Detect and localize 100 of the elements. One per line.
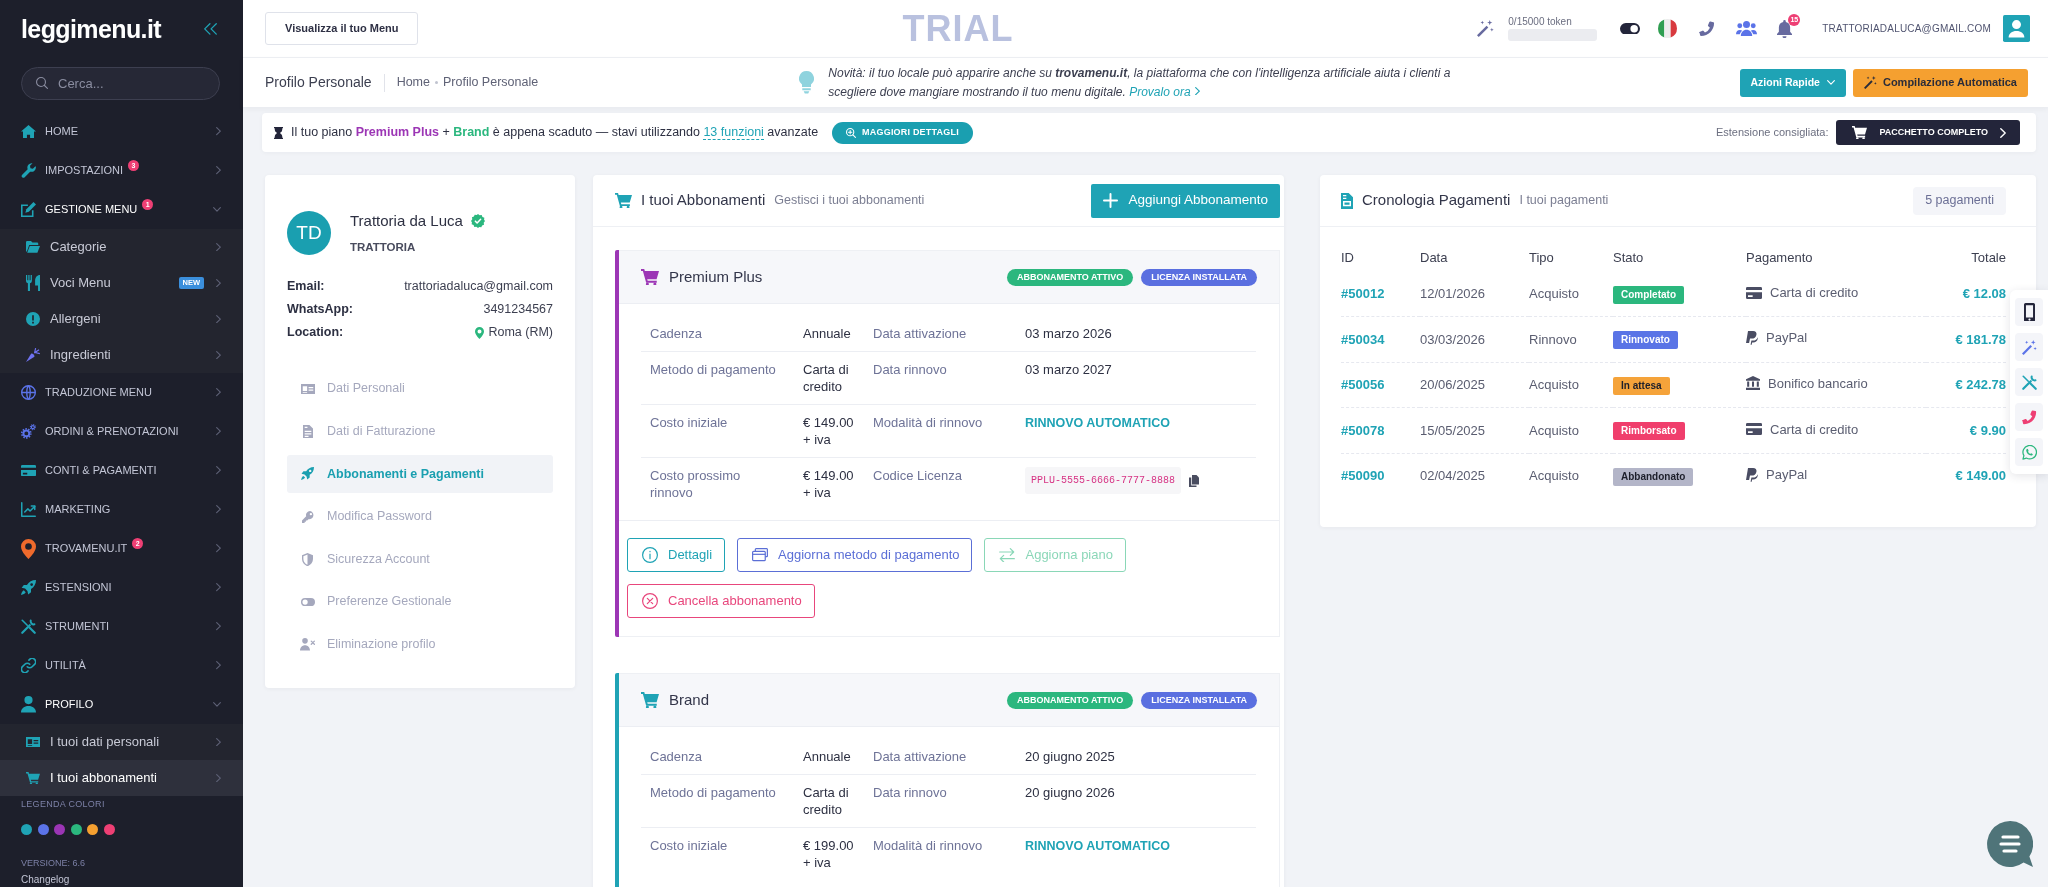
table-cell-text: Bonifico bancario	[1768, 374, 1868, 393]
chevron-down-icon	[1826, 80, 1835, 85]
chevron-right-icon	[216, 350, 221, 360]
chat-button[interactable]	[1987, 821, 2033, 867]
business-type: TRATTORIA	[350, 239, 417, 255]
table-cell: 03/03/2026	[1420, 331, 1486, 347]
detail-label: Costo prossimo rinnovo	[650, 468, 741, 500]
sidebar-item[interactable]: MARKETING	[0, 490, 243, 529]
table-cell: Rinnovo	[1529, 331, 1577, 347]
submenu-item[interactable]: I tuoi abbonamenti	[0, 760, 243, 796]
table-cell: Acquisto	[1529, 285, 1579, 301]
sidebar-item[interactable]: TRADUZIONE MENU	[0, 373, 243, 412]
user-icon	[21, 696, 36, 713]
auto-fill-button[interactable]: Compilazione Automatica	[1852, 68, 2028, 97]
sidebar-item[interactable]: STRUMENTI	[0, 607, 243, 646]
id-card-icon	[26, 736, 40, 748]
business-name: Trattoria da Luca	[350, 211, 463, 231]
cancel-icon	[642, 593, 658, 609]
wrench-icon	[21, 163, 36, 178]
chart-icon	[21, 502, 36, 517]
field-label: WhatsApp:	[287, 301, 353, 319]
p-logo-icon	[1746, 331, 1758, 345]
table-cell: 20/06/2025	[1420, 377, 1486, 392]
logo: leggimenu.it	[21, 16, 162, 42]
detail-value: 03 marzo 2026	[1025, 326, 1112, 341]
cart-icon	[641, 691, 659, 709]
amount: € 181.78	[1955, 331, 2006, 347]
submenu-item[interactable]: Categorie	[0, 229, 243, 265]
magic-wand-icon	[1863, 76, 1877, 89]
detail-value: Carta di credito	[803, 785, 849, 817]
bell-icon[interactable]	[1777, 19, 1793, 38]
magic-wand-icon[interactable]	[1477, 20, 1495, 37]
chat-bubble-icon	[1987, 821, 2033, 867]
column-header: Pagamento	[1746, 250, 1813, 266]
chevron-right-icon	[216, 773, 221, 783]
table-cell-text: Carta di credito	[1770, 283, 1859, 302]
cart-icon	[641, 268, 659, 286]
search-field[interactable]: Cerca...	[21, 67, 220, 100]
users-icon[interactable]	[1736, 21, 1758, 36]
sidebar-item[interactable]: PROFILO	[0, 685, 243, 724]
rocket-icon	[301, 467, 314, 481]
sidebar-item[interactable]: UTILITÀ	[0, 646, 243, 685]
breadcrumb-link[interactable]: Home	[396, 73, 430, 92]
sidebar-item[interactable]: CONTI & PAGAMENTI	[0, 451, 243, 490]
card-title: I tuoi Abbonamenti	[641, 190, 766, 211]
detail-label: Metodo di pagamento	[650, 785, 776, 800]
submenu-item[interactable]: Allergeni	[0, 301, 243, 337]
detail-label: Data attivazione	[873, 749, 967, 764]
view-menu-button[interactable]: Visualizza il tuo Menu	[265, 12, 419, 45]
search-icon	[36, 77, 48, 89]
credit-card-icon	[1746, 286, 1762, 299]
plan-expired-message: Il tuo piano Premium Plus + Brand è appena scaduto — stavi utilizzando 13 funzioni avanzate	[291, 124, 819, 142]
info-icon	[642, 547, 658, 563]
collapse-icon[interactable]	[204, 23, 217, 35]
status-badge: ABBONAMENTO ATTIVO	[1007, 691, 1134, 709]
credit-card-icon	[1746, 423, 1762, 436]
table-cell: 02/04/2025	[1420, 468, 1486, 484]
table-cell-text: PayPal	[1766, 465, 1808, 484]
chevron-right-icon	[2000, 127, 2006, 138]
sidebar-item[interactable]: ORDINI & PRENOTAZIONI	[0, 412, 243, 451]
flag-icon[interactable]	[1658, 19, 1678, 38]
changelog-link[interactable]: Changelog	[21, 874, 70, 885]
phone-icon[interactable]	[1699, 20, 1716, 37]
action-button[interactable]: Aggiorna metodo di pagamento	[737, 538, 973, 572]
table-cell-text: Carta di credito	[1770, 420, 1859, 439]
magic-wand-icon	[2021, 339, 2037, 355]
card-subtitle: I tuoi pagamenti	[1519, 192, 1609, 210]
renewal-status: RINNOVO AUTOMATICO	[1025, 839, 1170, 853]
card-title: Cronologia Pagamenti	[1362, 190, 1511, 211]
amount: € 149.00	[1955, 468, 2006, 484]
token-count: 0/15000 token	[1508, 16, 1573, 28]
home-icon	[21, 124, 36, 139]
detail-label: Data rinnovo	[873, 785, 947, 800]
whatsapp-icon	[2021, 444, 2037, 460]
field-value: Roma (RM)	[488, 324, 553, 342]
copy-icon[interactable]	[1189, 474, 1200, 487]
complete-package-button[interactable]: PACCHETTO COMPLETO	[1836, 120, 2020, 145]
submenu-item[interactable]: Ingredienti	[0, 337, 243, 373]
sidebar-item[interactable]: HOME	[0, 112, 243, 151]
detail-label: Modalità di rinnovo	[873, 415, 983, 430]
sidebar-item[interactable]: ESTENSIONI	[0, 568, 243, 607]
news-text: Novità: il tuo locale può apparire anche su trovamenu.it, la piattaforma che con l'intelligenza artificiale aiuta i clienti a scegliere dove mangiare mostrando il tuo menu digitale. Provalo ora	[828, 64, 1452, 101]
column-header: Stato	[1613, 250, 1644, 266]
action-button[interactable]: Cancella abbonamento	[627, 584, 815, 618]
avatar: TD	[287, 210, 331, 255]
detail-value: Annuale	[803, 326, 851, 341]
toggle-icon[interactable]	[1620, 22, 1641, 35]
trial-label: TRIAL	[902, 10, 1014, 47]
user-avatar-icon[interactable]	[2003, 15, 2030, 42]
chevron-right-icon	[216, 242, 221, 252]
user-remove-icon	[300, 638, 315, 651]
mobile-phone-icon	[2023, 302, 2035, 322]
toolbar-button[interactable]	[2015, 298, 2043, 326]
amount: € 242.78	[1955, 377, 2006, 392]
detail-value: Carta di credito	[803, 362, 849, 394]
submenu-item[interactable]: I tuoi dati personali	[0, 724, 243, 760]
table-cell: Acquisto	[1529, 422, 1579, 438]
column-header: Totale	[1971, 250, 2006, 266]
plus-icon	[1103, 193, 1119, 208]
amount: € 9.90	[1969, 422, 2006, 438]
